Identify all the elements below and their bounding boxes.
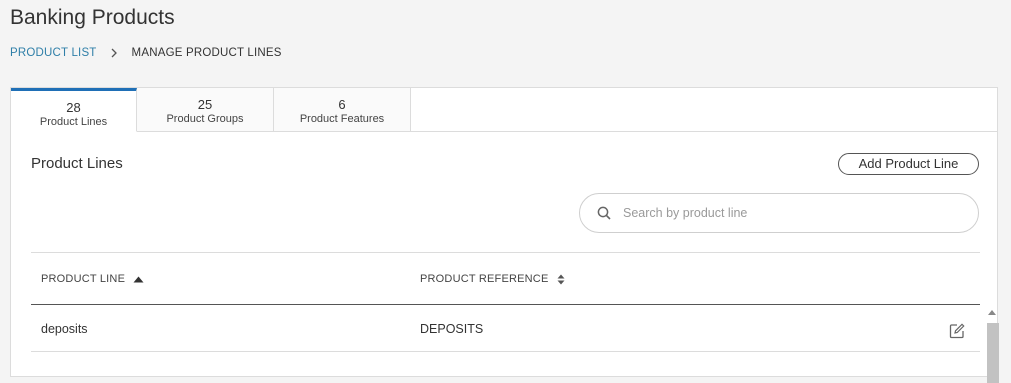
tab-bar: 28 Product Lines 25 Product Groups 6 Pro… [11, 88, 411, 133]
search-input[interactable] [621, 205, 955, 221]
breadcrumb-link-product-list[interactable]: PRODUCT LIST [10, 47, 97, 59]
edit-icon[interactable] [949, 323, 965, 339]
scrollbar[interactable] [985, 308, 999, 383]
tab-label: Product Groups [166, 113, 244, 125]
column-header-product-reference[interactable]: PRODUCT REFERENCE [420, 273, 565, 285]
sort-icon [557, 274, 565, 285]
breadcrumb-current: MANAGE PRODUCT LINES [131, 47, 282, 59]
tab-count: 28 [66, 100, 81, 115]
cell-product-reference: DEPOSITS [420, 322, 484, 336]
scroll-thumb[interactable] [987, 323, 999, 383]
column-header-label: PRODUCT REFERENCE [420, 273, 549, 285]
cell-product-line: deposits [41, 322, 88, 336]
page-title: Banking Products [10, 6, 175, 29]
tab-label: Product Features [299, 113, 385, 125]
search-icon [597, 206, 611, 220]
scroll-up-icon[interactable] [988, 310, 996, 315]
tab-product-groups[interactable]: 25 Product Groups [137, 88, 274, 132]
sort-asc-icon [133, 276, 144, 283]
tab-label: Product Lines [39, 116, 108, 128]
chevron-right-icon [111, 48, 118, 58]
product-panel: 28 Product Lines 25 Product Groups 6 Pro… [10, 87, 999, 383]
product-lines-table: PRODUCT LINE PRODUCT REFERENCE deposits … [31, 252, 980, 352]
breadcrumb: PRODUCT LIST MANAGE PRODUCT LINES [10, 47, 282, 59]
tab-count: 6 [338, 97, 346, 112]
tab-count: 25 [197, 97, 213, 112]
column-header-label: PRODUCT LINE [41, 273, 126, 285]
tab-product-features[interactable]: 6 Product Features [274, 88, 411, 132]
column-header-product-line[interactable]: PRODUCT LINE [41, 273, 144, 285]
tab-divider [411, 131, 997, 132]
table-header: PRODUCT LINE PRODUCT REFERENCE [31, 252, 980, 305]
section-title: Product Lines [31, 155, 123, 172]
tab-product-lines[interactable]: 28 Product Lines [11, 88, 137, 132]
add-product-line-button[interactable]: Add Product Line [838, 153, 979, 175]
search-box[interactable] [579, 193, 979, 233]
table-row[interactable]: deposits DEPOSITS [31, 305, 980, 352]
